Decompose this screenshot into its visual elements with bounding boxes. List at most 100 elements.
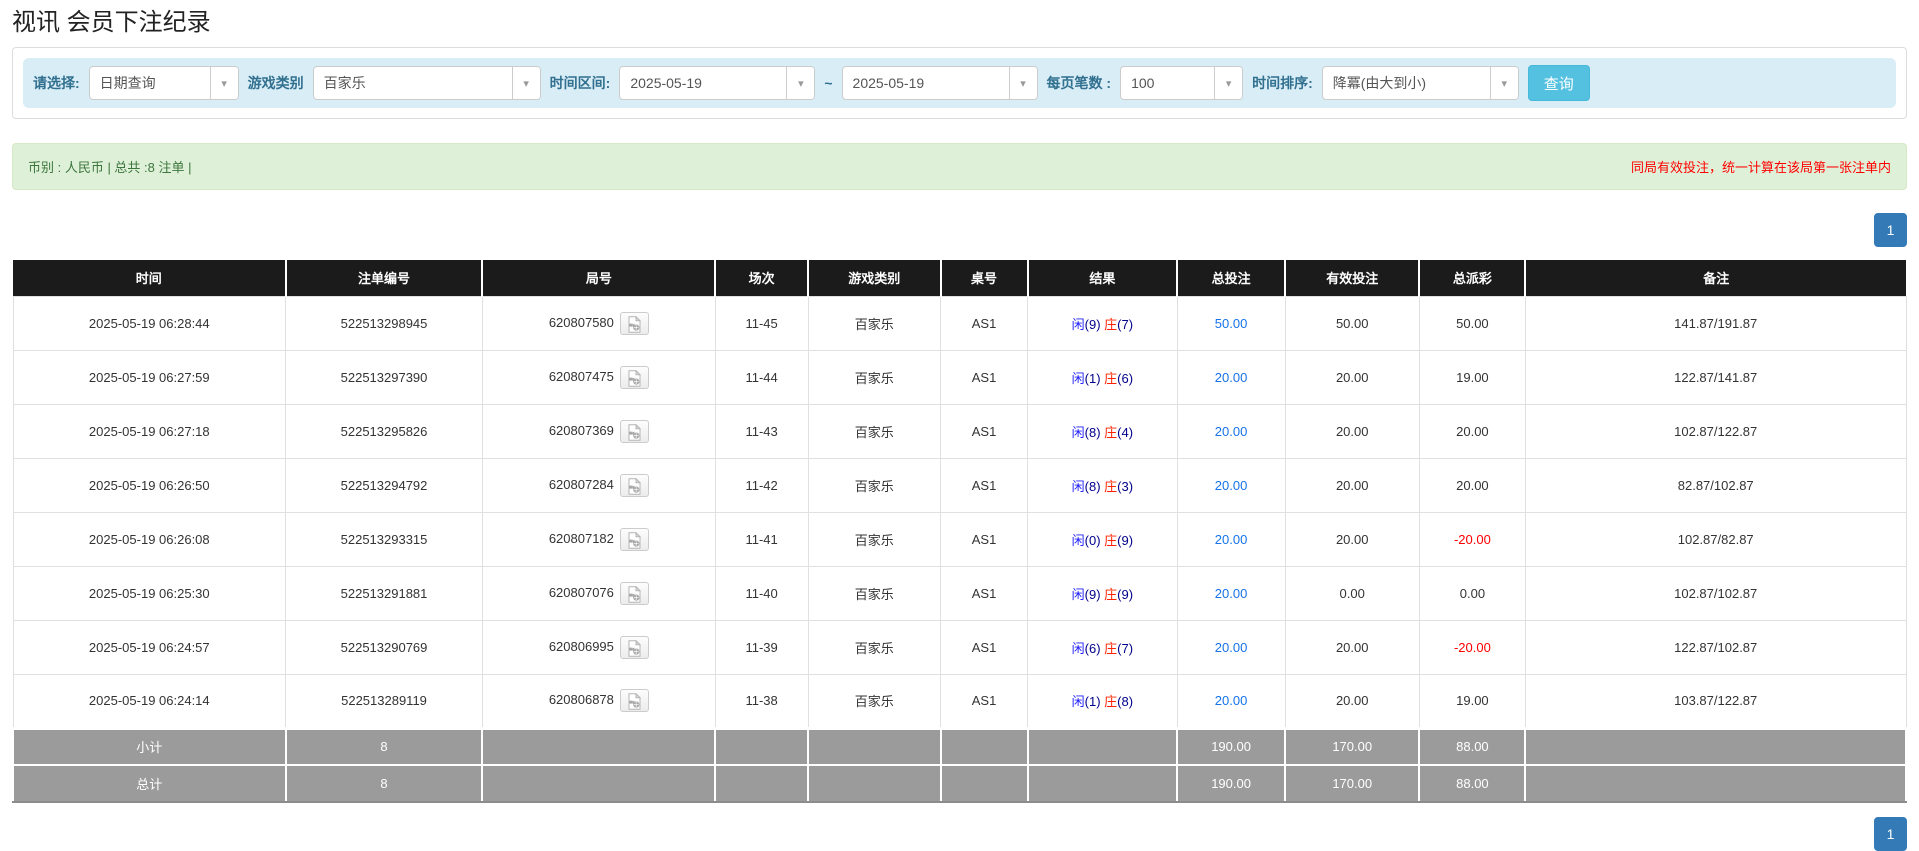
cell-bet-number: 522513298945 (285, 295, 483, 351)
result-player-score: (6) (1084, 640, 1101, 656)
result-player: 闲 (1071, 316, 1085, 332)
cell-game-type: 百家乐 (807, 403, 942, 459)
table-row: 2025-05-19 06:25:30 522513291881 620807076… (12, 565, 1907, 621)
chevron-down-icon: ▾ (1489, 67, 1518, 99)
result-banker-score: (7) (1117, 316, 1134, 332)
footer-empty (939, 764, 1029, 803)
cell-round-number: 620807369 (481, 403, 716, 459)
cell-total-bet: 50.00 (1176, 295, 1286, 351)
date-type-value: 日期查询 (99, 75, 156, 91)
cell-remark: 122.87/102.87 (1524, 619, 1907, 675)
cell-payout: 19.00 (1418, 349, 1526, 405)
game-type-value: 百家乐 (323, 75, 366, 91)
cell-time: 2025-05-19 06:28:44 (12, 295, 287, 351)
footer-empty (1026, 764, 1179, 803)
betting-records-table: 时间 注单编号 局号 场次 游戏类别 桌号 结果 总投注 有效投注 总派彩 备注 2025-05-1… (12, 260, 1907, 803)
total-bet-link[interactable]: 20.00 (1215, 424, 1248, 439)
date-type-select[interactable]: 日期查询 ▾ (88, 66, 239, 100)
cell-valid-bet: 20.00 (1284, 619, 1420, 675)
result-player: 闲 (1071, 586, 1085, 602)
cell-total-bet: 20.00 (1176, 511, 1286, 567)
round-number: 620807475 (548, 368, 614, 384)
per-page-value: 100 (1131, 75, 1155, 91)
cell-remark: 122.87/141.87 (1524, 349, 1907, 405)
round-number: 620807182 (548, 530, 614, 546)
cell-bet-number: 522513297390 (285, 349, 483, 405)
cell-game-type: 百家乐 (807, 457, 942, 513)
cell-round-number: 620807475 (481, 349, 716, 405)
video-replay-button[interactable] (619, 311, 649, 335)
result-player: 闲 (1071, 424, 1085, 440)
subtotal-row: 小计 8 190.00 170.00 88.00 (12, 726, 1907, 766)
total-bet-link[interactable]: 20.00 (1215, 532, 1248, 547)
video-file-icon (628, 369, 642, 387)
cell-round-number: 620807182 (481, 511, 716, 567)
table-header-row: 时间 注单编号 局号 场次 游戏类别 桌号 结果 总投注 有效投注 总派彩 备注 (13, 260, 1906, 296)
time-sort-value: 降冪(由大到小) (1332, 75, 1427, 91)
column-header-8: 有效投注 (1284, 260, 1420, 296)
video-replay-button[interactable] (619, 365, 649, 389)
page-button-1[interactable]: 1 (1874, 213, 1907, 247)
round-number: 620807284 (548, 476, 614, 492)
result-banker: 庄 (1104, 586, 1118, 602)
column-header-10: 备注 (1524, 260, 1906, 296)
round-number: 620807369 (548, 422, 614, 438)
video-replay-button[interactable] (619, 419, 649, 443)
video-replay-button[interactable] (619, 473, 649, 497)
result-banker: 庄 (1104, 640, 1118, 656)
date-from-select[interactable]: 2025-05-19 ▾ (619, 66, 816, 100)
payout-value: 20.00 (1456, 477, 1489, 493)
cell-bet-number: 522513294792 (285, 457, 483, 513)
total-bet-link[interactable]: 20.00 (1215, 478, 1248, 493)
query-button[interactable]: 查询 (1527, 65, 1590, 101)
payout-value: 0.00 (1459, 585, 1486, 601)
chevron-down-icon: ▾ (1214, 67, 1243, 99)
column-header-3: 场次 (714, 260, 809, 296)
result-banker: 庄 (1104, 370, 1118, 386)
cell-valid-bet: 20.00 (1284, 349, 1420, 405)
footer-valid-bet: 170.00 (1284, 764, 1421, 803)
round-number: 620807580 (548, 314, 614, 330)
date-to-select[interactable]: 2025-05-19 ▾ (841, 66, 1038, 100)
video-file-icon (628, 639, 642, 657)
payout-value: 19.00 (1456, 693, 1489, 708)
video-replay-button[interactable] (619, 527, 649, 551)
cell-table-number: AS1 (940, 673, 1029, 729)
cell-game-type: 百家乐 (807, 619, 942, 675)
cell-time: 2025-05-19 06:27:18 (12, 403, 287, 459)
time-sort-select[interactable]: 降冪(由大到小) ▾ (1321, 66, 1519, 100)
table-row: 2025-05-19 06:27:59 522513297390 620807475… (12, 349, 1907, 405)
filter-bar: 请选择: 日期查询 ▾ 游戏类别 百家乐 ▾ 时间区间: 2025-05-19 … (23, 58, 1896, 108)
table-header: 时间 注单编号 局号 场次 游戏类别 桌号 结果 总投注 有效投注 总派彩 备注 (13, 260, 1906, 296)
cell-time: 2025-05-19 06:26:08 (12, 511, 287, 567)
cell-game-type: 百家乐 (807, 673, 942, 729)
video-file-icon (628, 423, 642, 441)
page-button-1-bottom[interactable]: 1 (1874, 817, 1907, 851)
chevron-down-icon: ▾ (1008, 67, 1037, 99)
total-bet-link[interactable]: 20.00 (1215, 640, 1248, 655)
cell-valid-bet: 20.00 (1284, 403, 1420, 459)
cell-payout: 20.00 (1418, 403, 1526, 459)
cell-time: 2025-05-19 06:26:50 (12, 457, 287, 513)
game-type-select[interactable]: 百家乐 ▾ (312, 66, 541, 100)
pagination-bottom: 1 (12, 817, 1907, 851)
video-replay-button[interactable] (619, 689, 649, 712)
total-bet-link[interactable]: 20.00 (1215, 586, 1248, 601)
result-player: 闲 (1071, 694, 1085, 709)
cell-payout: 0.00 (1418, 565, 1526, 621)
video-replay-button[interactable] (619, 581, 649, 605)
filter-panel: 请选择: 日期查询 ▾ 游戏类别 百家乐 ▾ 时间区间: 2025-05-19 … (12, 47, 1907, 119)
summary-bar: 币别 : 人民币 | 总共 :8 注单 | 同局有效投注，统一计算在该局第一张注… (12, 143, 1907, 190)
video-file-icon (628, 585, 642, 603)
per-page-select[interactable]: 100 ▾ (1120, 66, 1244, 100)
video-replay-button[interactable] (619, 635, 649, 659)
table-row: 2025-05-19 06:26:50 522513294792 620807284… (12, 457, 1907, 513)
total-bet-link[interactable]: 50.00 (1215, 316, 1248, 331)
total-bet-link[interactable]: 20.00 (1215, 693, 1248, 708)
cell-valid-bet: 20.00 (1284, 673, 1420, 729)
payout-value: -20.00 (1453, 531, 1491, 547)
cell-table-number: AS1 (940, 619, 1029, 675)
total-bet-link[interactable]: 20.00 (1215, 370, 1248, 385)
chevron-down-icon: ▾ (786, 67, 815, 99)
grand-total-row: 总计 8 190.00 170.00 88.00 (12, 764, 1907, 803)
